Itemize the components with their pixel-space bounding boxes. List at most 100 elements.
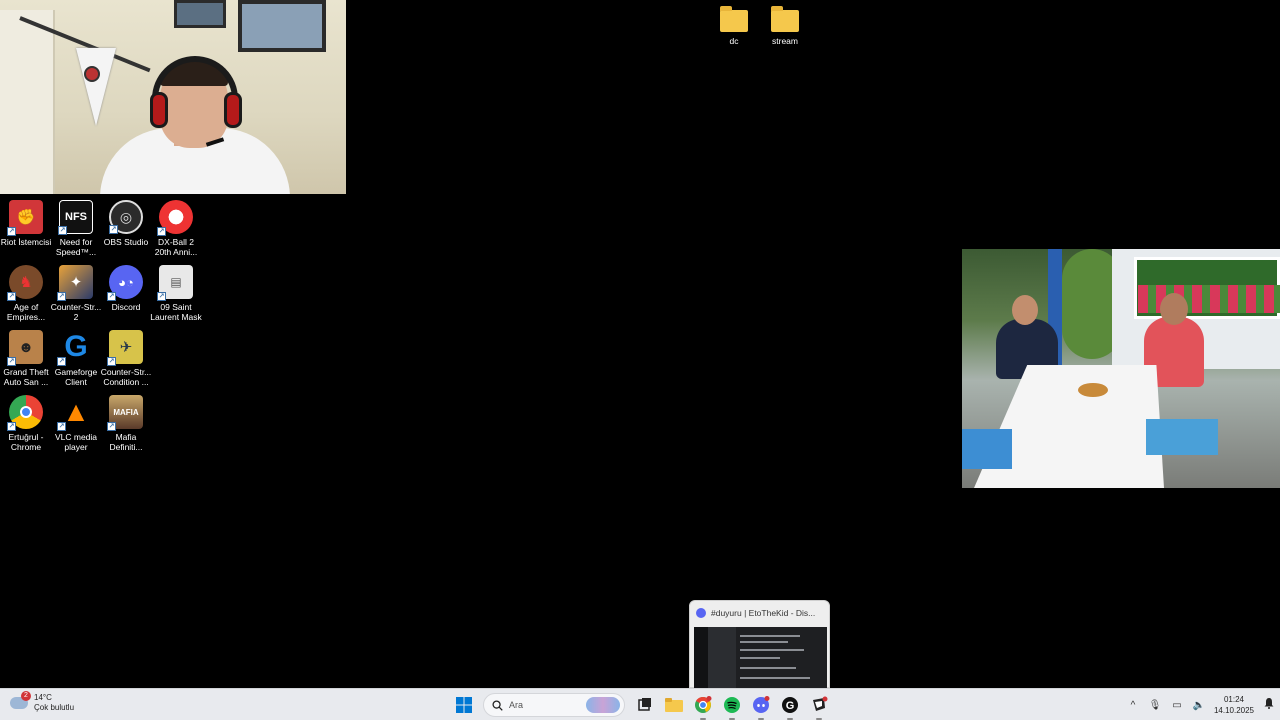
search-highlight-icon <box>586 697 620 713</box>
dx-ball-icon: ↗ <box>157 200 193 236</box>
taskbar-apps: Ara G <box>452 693 836 720</box>
desktop-icon-label: Gameforge Client <box>54 367 98 387</box>
webcam-picture-frame <box>174 0 226 28</box>
desktop-icon-label: Age of Empires... <box>6 302 46 322</box>
file-explorer-button[interactable] <box>662 693 686 717</box>
need-for-speed-icon: NFS ↗ <box>58 200 93 235</box>
folder-icon <box>665 698 683 712</box>
preview-channel-list <box>708 627 736 689</box>
task-view-button[interactable] <box>633 693 657 717</box>
desktop-icon-counter-strike-cz[interactable]: ✈ ↗ Counter-Str... Condition ... <box>100 330 152 387</box>
desktop-icon-label: Counter-Str... Condition ... <box>100 367 152 387</box>
search-icon <box>492 699 503 711</box>
mafia-icon: MAFIA ↗ <box>107 395 143 431</box>
webcam-pennant <box>76 48 116 126</box>
notification-badge: 2 <box>21 691 31 701</box>
photo-person-right-head <box>1160 293 1188 325</box>
weather-temp: 14°C <box>34 693 52 702</box>
photo-chair <box>1146 419 1218 455</box>
spotify-button[interactable] <box>720 693 744 720</box>
spotify-icon <box>724 697 740 713</box>
age-of-empires-icon: ♞ ↗ <box>7 265 43 301</box>
webcam-door <box>0 10 55 194</box>
preview-message-line <box>740 677 810 679</box>
notification-bell-icon[interactable] <box>1258 696 1280 714</box>
preview-thumbnail <box>694 627 827 689</box>
weather-widget[interactable]: 2 14°C Çok bulutlu <box>10 691 74 713</box>
headset-earcup <box>224 92 242 128</box>
search-placeholder: Ara <box>509 700 524 710</box>
start-button[interactable] <box>452 693 476 717</box>
clock[interactable]: 01:24 14.10.2025 <box>1210 694 1258 716</box>
chrome-icon: ↗ <box>7 395 43 431</box>
gta-san-andreas-icon: ☻ ↗ <box>7 330 43 366</box>
desktop-icon-label: Discord <box>111 302 141 312</box>
cloud-icon: 2 <box>10 691 31 709</box>
preview-server-list <box>694 627 708 689</box>
taskbar: 2 14°C Çok bulutlu Ara G ^ 🎙 ▭ 🔈 01:24 1… <box>0 688 1280 720</box>
windows-logo-icon <box>456 697 472 713</box>
discord-window-preview[interactable]: #duyuru | EtoTheKid - Dis... <box>689 600 830 689</box>
desktop-folder-dc[interactable]: dc <box>712 6 756 46</box>
preview-message-line <box>740 635 800 637</box>
counter-strike-cz-icon: ✈ ↗ <box>107 330 143 366</box>
webcam-picture-frame <box>238 0 326 52</box>
desktop-icon-age-of-empires[interactable]: ♞ ↗ Age of Empires... <box>0 265 52 322</box>
riot-icon <box>813 696 828 711</box>
desktop-icon-mafia[interactable]: MAFIA ↗ Mafia Definiti... <box>100 395 152 452</box>
desktop-icon-riot-client[interactable]: ✊ ↗ Riot İstemcisi <box>0 200 52 247</box>
desktop-icon-saint-laurent-mask[interactable]: ▤ ↗ 09 Saint Laurent Mask <box>150 265 202 322</box>
riot-button[interactable] <box>807 693 831 720</box>
webcam-pennant-emblem <box>84 66 100 82</box>
volume-icon[interactable]: 🔈 <box>1188 700 1210 711</box>
network-icon[interactable]: ▭ <box>1166 700 1188 711</box>
desktop-icon-label: Grand Theft Auto San ... <box>3 367 49 387</box>
webcam-overlay <box>0 0 346 194</box>
desktop-icon-label: Ertuğrul - Chrome <box>8 432 44 452</box>
chrome-icon <box>695 696 712 713</box>
desktop-icon-label: 09 Saint Laurent Mask <box>150 302 202 322</box>
desktop-icon-label: Counter-Str... 2 <box>50 302 102 322</box>
desktop-folder-stream[interactable]: stream <box>763 6 807 46</box>
desktop-icon-dx-ball[interactable]: ↗ DX-Ball 2 20th Anni... <box>150 200 202 257</box>
photo-chair <box>962 429 1012 469</box>
obs-studio-icon: ◎ ↗ <box>109 200 143 234</box>
vlc-icon: ▲ ↗ <box>57 396 90 431</box>
gameforge-icon: G ↗ <box>57 330 88 366</box>
photo-person-left-head <box>1012 295 1038 325</box>
discord-icon <box>753 696 770 713</box>
desktop-icon-counter-strike-2[interactable]: ✦ ↗ Counter-Str... 2 <box>50 265 102 322</box>
g-app-icon: G <box>782 697 798 713</box>
task-view-icon <box>638 698 651 711</box>
desktop-icon-label: OBS Studio <box>103 237 149 247</box>
weather-text: 14°C Çok bulutlu <box>34 693 74 713</box>
chevron-up-icon[interactable]: ^ <box>1122 700 1144 711</box>
photo-bread-basket <box>1078 383 1108 397</box>
preview-message-line <box>740 667 796 669</box>
preview-title: #duyuru | EtoTheKid - Dis... <box>711 608 816 618</box>
folder-icon <box>720 6 748 32</box>
counter-strike-2-icon: ✦ ↗ <box>57 265 93 301</box>
discord-button[interactable] <box>749 693 773 720</box>
discord-icon <box>696 608 706 618</box>
riot-client-icon: ✊ ↗ <box>7 200 43 236</box>
photo-image <box>962 249 1280 488</box>
folder-label: stream <box>772 36 798 46</box>
desktop-icon-discord[interactable]: ◕◔ ↗ Discord <box>100 265 152 312</box>
desktop-icon-chrome[interactable]: ↗ Ertuğrul - Chrome <box>0 395 52 452</box>
weather-desc: Çok bulutlu <box>34 703 75 712</box>
chrome-button[interactable] <box>691 693 715 720</box>
photo-table <box>974 365 1164 488</box>
desktop-icon-gta-san-andreas[interactable]: ☻ ↗ Grand Theft Auto San ... <box>0 330 52 387</box>
desktop-icon-gameforge[interactable]: G ↗ Gameforge Client <box>50 330 102 387</box>
search-box[interactable]: Ara <box>483 693 625 717</box>
microphone-icon[interactable]: 🎙 <box>1144 700 1166 711</box>
desktop-icon-vlc[interactable]: ▲ ↗ VLC media player <box>50 395 102 452</box>
svg-text:G: G <box>786 700 795 712</box>
desktop-icon-obs-studio[interactable]: ◎ ↗ OBS Studio <box>100 200 152 247</box>
g-app-button[interactable]: G <box>778 693 802 720</box>
preview-message-line <box>740 657 780 659</box>
desktop-icon-need-for-speed[interactable]: NFS ↗ Need for Speed™... <box>50 200 102 257</box>
preview-title-bar: #duyuru | EtoTheKid - Dis... <box>690 601 829 625</box>
folder-label: dc <box>729 36 739 46</box>
